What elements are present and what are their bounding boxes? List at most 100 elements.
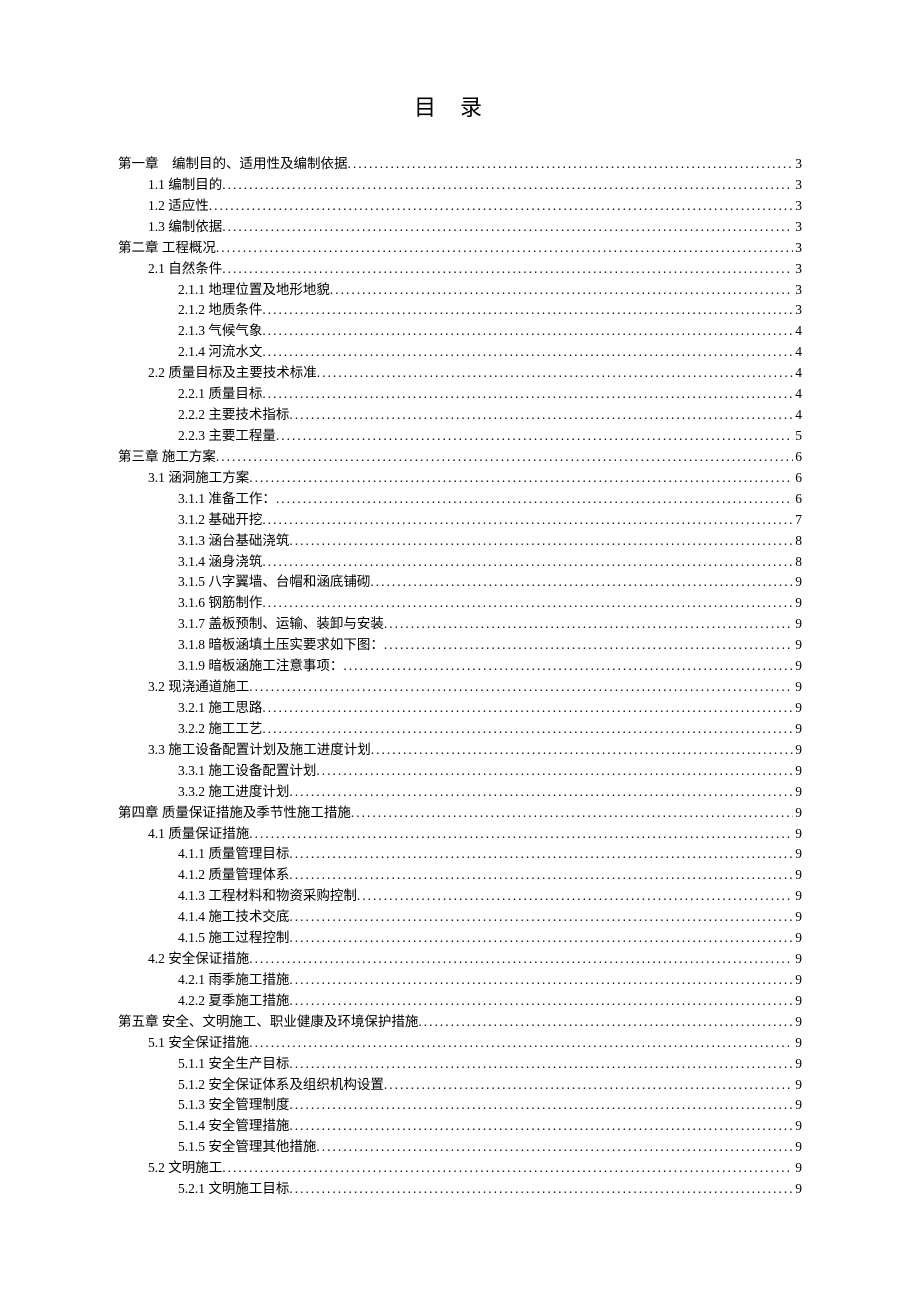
toc-entry[interactable]: 1.1 编制目的3 — [118, 175, 802, 196]
toc-dot-leader — [384, 635, 793, 656]
toc-entry-page: 9 — [793, 761, 802, 782]
toc-entry[interactable]: 3.1.8 暗板涵填土压实要求如下图：9 — [118, 635, 802, 656]
toc-entry[interactable]: 5.1.2 安全保证体系及组织机构设置9 — [118, 1075, 802, 1096]
toc-dot-leader — [330, 280, 793, 301]
toc-entry[interactable]: 3.1.2 基础开挖7 — [118, 510, 802, 531]
toc-entry[interactable]: 5.1.4 安全管理措施9 — [118, 1116, 802, 1137]
toc-entry[interactable]: 1.2 适应性3 — [118, 196, 802, 217]
toc-entry-page: 9 — [793, 886, 802, 907]
toc-dot-leader — [357, 886, 793, 907]
toc-entry[interactable]: 3.3 施工设备配置计划及施工进度计划9 — [118, 740, 802, 761]
toc-dot-leader — [262, 342, 793, 363]
toc-entry-label: 第一章 编制目的、适用性及编制依据 — [118, 154, 348, 175]
toc-dot-leader — [222, 175, 793, 196]
toc-dot-leader — [384, 614, 793, 635]
toc-entry[interactable]: 4.1 质量保证措施9 — [118, 824, 802, 845]
toc-entry-label: 3.1.6 钢筋制作 — [178, 593, 262, 614]
toc-entry-label: 5.1 安全保证措施 — [148, 1033, 249, 1054]
toc-entry-page: 9 — [793, 1137, 802, 1158]
toc-entry-label: 3.2 现浇通道施工 — [148, 677, 249, 698]
toc-entry[interactable]: 2.2.3 主要工程量 5 — [118, 426, 802, 447]
toc-entry-page: 9 — [793, 1033, 802, 1054]
toc-entry[interactable]: 4.2 安全保证措施9 — [118, 949, 802, 970]
toc-entry-page: 9 — [793, 844, 802, 865]
toc-entry-page: 5 — [793, 426, 802, 447]
toc-entry[interactable]: 3.1.3 涵台基础浇筑8 — [118, 531, 802, 552]
toc-entry[interactable]: 第三章 施工方案6 — [118, 447, 802, 468]
toc-entry[interactable]: 4.1.2 质量管理体系9 — [118, 865, 802, 886]
toc-entry[interactable]: 4.2.2 夏季施工措施9 — [118, 991, 802, 1012]
toc-entry[interactable]: 5.1.3 安全管理制度9 — [118, 1095, 802, 1116]
toc-entry[interactable]: 2.1.2 地质条件3 — [118, 300, 802, 321]
toc-entry[interactable]: 3.2.1 施工思路9 — [118, 698, 802, 719]
toc-dot-leader — [216, 238, 793, 259]
toc-entry-page: 3 — [793, 238, 802, 259]
toc-entry-label: 4.2.2 夏季施工措施 — [178, 991, 289, 1012]
toc-entry-label: 3.1 涵洞施工方案 — [148, 468, 249, 489]
toc-entry[interactable]: 3.3.1 施工设备配置计划9 — [118, 761, 802, 782]
toc-entry-page: 9 — [793, 1116, 802, 1137]
toc-entry[interactable]: 3.3.2 施工进度计划9 — [118, 782, 802, 803]
toc-dot-leader — [370, 572, 793, 593]
toc-dot-leader — [289, 907, 793, 928]
toc-entry[interactable]: 3.1 涵洞施工方案6 — [118, 468, 802, 489]
toc-entry[interactable]: 3.1.5 八字翼墙、台帽和涵底铺砌9 — [118, 572, 802, 593]
toc-entry-page: 9 — [793, 1054, 802, 1075]
toc-entry[interactable]: 2.2.2 主要技术指标4 — [118, 405, 802, 426]
toc-entry[interactable]: 第一章 编制目的、适用性及编制依据3 — [118, 154, 802, 175]
toc-entry-label: 2.2.3 主要工程量 — [178, 426, 276, 447]
toc-entry[interactable]: 1.3 编制依据3 — [118, 217, 802, 238]
toc-entry[interactable]: 3.1.1 准备工作：6 — [118, 489, 802, 510]
toc-dot-leader — [289, 991, 793, 1012]
toc-entry-page: 6 — [793, 447, 802, 468]
toc-entry[interactable]: 2.1 自然条件3 — [118, 259, 802, 280]
toc-dot-leader — [289, 844, 793, 865]
toc-entry[interactable]: 5.1.1 安全生产目标9 — [118, 1054, 802, 1075]
toc-entry[interactable]: 4.1.3 工程材料和物资采购控制9 — [118, 886, 802, 907]
toc-entry[interactable]: 3.1.9 暗板涵施工注意事项：9 — [118, 656, 802, 677]
toc-dot-leader — [289, 970, 793, 991]
toc-entry-page: 9 — [793, 593, 802, 614]
toc-entry-label: 2.2.1 质量目标 — [178, 384, 262, 405]
toc-entry-page: 9 — [793, 782, 802, 803]
toc-entry-page: 7 — [793, 510, 802, 531]
toc-entry[interactable]: 3.2.2 施工工艺9 — [118, 719, 802, 740]
toc-entry[interactable]: 5.1 安全保证措施 9 — [118, 1033, 802, 1054]
toc-entry[interactable]: 2.1.4 河流水文4 — [118, 342, 802, 363]
toc-entry[interactable]: 3.2 现浇通道施工 9 — [118, 677, 802, 698]
toc-entry[interactable]: 2.2 质量目标及主要技术标准4 — [118, 363, 802, 384]
toc-entry[interactable]: 3.1.4 涵身浇筑8 — [118, 552, 802, 573]
toc-entry-label: 3.1.4 涵身浇筑 — [178, 552, 262, 573]
toc-entry-label: 2.1.4 河流水文 — [178, 342, 262, 363]
toc-dot-leader — [289, 1179, 793, 1200]
toc-dot-leader — [289, 782, 793, 803]
toc-entry-page: 9 — [793, 949, 802, 970]
page-title: 目录 — [118, 90, 802, 122]
toc-entry[interactable]: 3.1.7 盖板预制、运输、装卸与安装9 — [118, 614, 802, 635]
toc-dot-leader — [262, 510, 793, 531]
toc-entry-page: 9 — [793, 1158, 802, 1179]
toc-entry-label: 2.1.2 地质条件 — [178, 300, 262, 321]
toc-entry[interactable]: 4.1.4 施工技术交底9 — [118, 907, 802, 928]
toc-entry[interactable]: 4.1.5 施工过程控制9 — [118, 928, 802, 949]
toc-entry[interactable]: 2.2.1 质量目标4 — [118, 384, 802, 405]
toc-entry-label: 4.1 质量保证措施 — [148, 824, 249, 845]
toc-entry[interactable]: 第二章 工程概况3 — [118, 238, 802, 259]
toc-entry[interactable]: 3.1.6 钢筋制作 9 — [118, 593, 802, 614]
toc-dot-leader — [262, 552, 793, 573]
toc-entry[interactable]: 5.2.1 文明施工目标9 — [118, 1179, 802, 1200]
toc-entry[interactable]: 4.2.1 雨季施工措施9 — [118, 970, 802, 991]
toc-dot-leader — [289, 865, 793, 886]
toc-entry[interactable]: 5.1.5 安全管理其他措施9 — [118, 1137, 802, 1158]
toc-entry[interactable]: 4.1.1 质量管理目标9 — [118, 844, 802, 865]
toc-entry-label: 2.2 质量目标及主要技术标准 — [148, 363, 317, 384]
toc-entry[interactable]: 2.1.1 地理位置及地形地貌3 — [118, 280, 802, 301]
toc-entry[interactable]: 第五章 安全、文明施工、职业健康及环境保护措施9 — [118, 1012, 802, 1033]
toc-entry[interactable]: 5.2 文明施工9 — [118, 1158, 802, 1179]
toc-entry-page: 9 — [793, 677, 802, 698]
toc-dot-leader — [317, 363, 794, 384]
toc-dot-leader — [371, 740, 794, 761]
toc-entry[interactable]: 第四章 质量保证措施及季节性施工措施9 — [118, 803, 802, 824]
toc-entry-page: 3 — [793, 259, 802, 280]
toc-entry[interactable]: 2.1.3 气候气象4 — [118, 321, 802, 342]
